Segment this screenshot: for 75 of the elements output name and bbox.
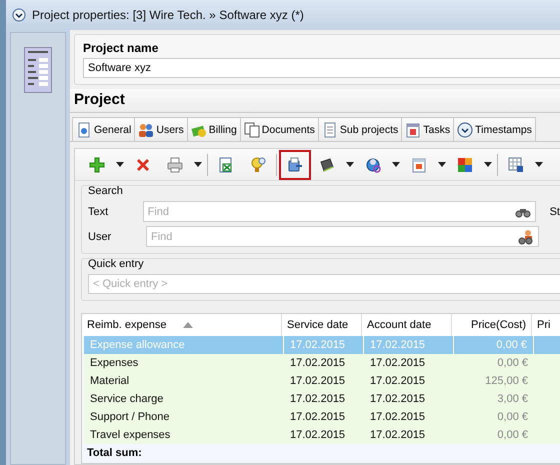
sort-up-icon	[182, 322, 192, 328]
table-cell-text: Service charge	[89, 392, 164, 407]
caret-icon	[438, 162, 446, 167]
column-header[interactable]: Pri	[532, 314, 560, 336]
calendar-icon	[405, 122, 422, 138]
table-cell-text: 17.02.2015	[289, 356, 346, 371]
tab[interactable]: Billing	[186, 117, 241, 141]
table-cell-text: 17.02.2015	[369, 428, 426, 443]
table-cell-text: 17.02.2015	[369, 374, 426, 389]
caret-icon	[535, 162, 543, 167]
toolbar-button[interactable]	[279, 150, 311, 180]
table-cell-text: 17.02.2015	[289, 392, 346, 407]
table-save-icon	[508, 156, 524, 172]
window-title: Project properties: [3] Wire Tech. » Software xyz (*)	[32, 8, 304, 22]
column-header[interactable]: Price(Cost)	[452, 314, 532, 336]
table-cell-text: 17.02.2015	[369, 356, 426, 371]
tab[interactable]: Sub projects	[318, 117, 402, 141]
table-cell-text: Expenses	[89, 356, 140, 371]
project-name-label: Project name	[83, 41, 160, 55]
tab[interactable]: General	[72, 117, 136, 141]
table-cell-text: 0,00 €	[496, 356, 529, 371]
column-header[interactable]: Account date	[362, 314, 452, 336]
section-title: Project	[70, 89, 560, 113]
tab[interactable]: Timestamps	[453, 117, 536, 141]
tab[interactable]: Users	[134, 117, 188, 141]
table-row[interactable]: Service charge 17.02.2015 17.02.2015 3,00 €	[84, 390, 560, 408]
table-cell-text: 17.02.2015	[289, 374, 346, 389]
book-icon	[319, 156, 335, 172]
table-cell-text: Material	[89, 374, 130, 389]
globe-icon	[365, 156, 381, 172]
table-cell-text: 0,00 €	[496, 410, 529, 425]
field-label: St	[550, 206, 560, 218]
table-row[interactable]: Material 17.02.2015 17.02.2015 125,00 €	[84, 372, 560, 390]
caret-icon	[392, 162, 400, 167]
tab[interactable]: Tasks	[401, 117, 454, 141]
column-header[interactable]: Reimb. expense	[82, 314, 282, 336]
device-icon	[287, 156, 303, 172]
table-row[interactable]: Travel expenses 17.02.2015 17.02.2015 0,00 €	[84, 426, 560, 444]
table-row[interactable]: Expenses 17.02.2015 17.02.2015 0,00 €	[84, 354, 560, 372]
calendar-icon	[411, 156, 427, 172]
field-label: User	[88, 230, 112, 242]
documents-icon	[244, 122, 260, 138]
caret-icon	[194, 162, 202, 167]
project-name-field[interactable]: Software xyz	[83, 58, 560, 78]
tab[interactable]: Documents	[240, 117, 319, 141]
table-cell-text: 17.02.2015	[369, 410, 426, 425]
table-row[interactable]: Support / Phone 17.02.2015 17.02.2015 0,00 €	[84, 408, 560, 426]
field-label: Text	[88, 206, 110, 218]
table-cell-text: 17.02.2015	[289, 410, 346, 425]
add-icon	[89, 156, 105, 172]
collapse-icon[interactable]	[12, 8, 26, 22]
printer-icon	[167, 156, 183, 172]
users-icon	[138, 122, 154, 138]
table-cell-text: 17.02.2015	[289, 428, 346, 443]
caret-icon	[346, 162, 354, 167]
table-cell-text: Travel expenses	[89, 428, 172, 443]
table-cell-text: 3,00 €	[496, 392, 529, 407]
color-squares-icon	[457, 156, 473, 172]
group-title: Search	[88, 185, 124, 197]
page-icon	[322, 122, 338, 138]
caret-icon	[116, 162, 124, 167]
info-icon	[76, 122, 92, 138]
delete-icon	[135, 156, 151, 172]
lightbulb-icon	[250, 156, 266, 172]
caret-icon	[484, 162, 492, 167]
user-search-icon	[518, 228, 534, 244]
group-title: Quick entry	[88, 258, 145, 270]
table-cell-text: 17.02.2015	[369, 392, 426, 407]
spreadsheet-icon	[218, 156, 234, 172]
column-header[interactable]: Service date	[282, 314, 362, 336]
total-sum-label: Total sum:	[86, 446, 143, 461]
table-cell-text: 125,00 €	[484, 374, 529, 389]
table-cell-text: 0,00 €	[496, 428, 529, 443]
form-icon	[24, 47, 52, 93]
table-cell-text: Support / Phone	[89, 410, 171, 425]
